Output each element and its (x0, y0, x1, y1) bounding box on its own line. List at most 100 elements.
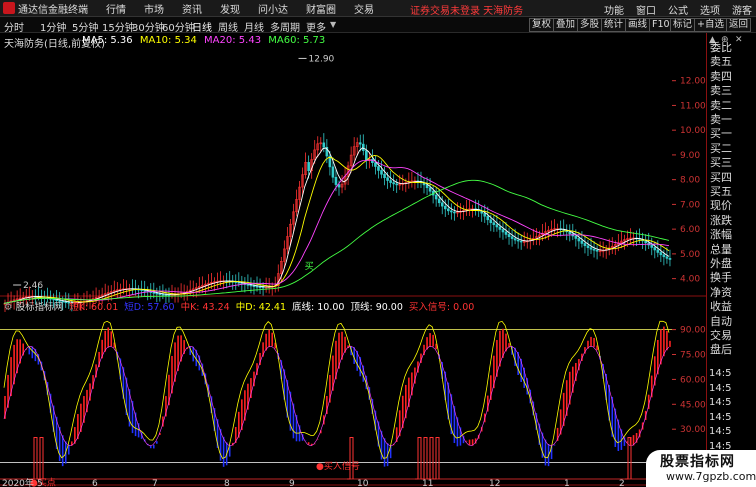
legend-top-line: 顶线: 90.00 (350, 302, 403, 313)
mark-button[interactable]: 标记 (670, 18, 696, 32)
candle-body (486, 215, 490, 221)
period-monthly[interactable]: 月线 (244, 19, 264, 34)
candle-body (365, 150, 368, 161)
candle-body (595, 249, 599, 252)
candle-body (261, 286, 265, 289)
candle-body (152, 292, 156, 294)
candle-body (659, 252, 663, 256)
buy-signal-spike (421, 437, 428, 480)
indicator-bars (4, 326, 671, 467)
date-axis-label: 2 (619, 479, 625, 487)
date-axis-label: 8 (224, 479, 230, 487)
candle-body (495, 224, 499, 228)
candle-body (498, 226, 502, 230)
indicator-name[interactable]: 股标指标网 (16, 302, 64, 313)
right-menu: 功能 窗口 公式 选项 游客 (592, 2, 752, 17)
indicator-axis-label: 75.00 (680, 351, 706, 361)
candle-body (161, 293, 165, 296)
candle-body (492, 222, 496, 225)
close-icon[interactable]: ✕ (735, 35, 743, 45)
period-more[interactable]: 更多 (306, 19, 326, 34)
menu-formula[interactable]: 公式 (668, 2, 688, 17)
candle-body (255, 285, 259, 288)
candle-body (656, 249, 660, 253)
candle-body (450, 210, 453, 213)
legend-buy-signal: 买入信号: 0.00 (408, 302, 475, 313)
ma-legend: MA5: 5.36 MA10: 5.34 MA20: 5.43 MA60: 5.… (82, 35, 325, 46)
menu-trade[interactable]: 交易 (354, 1, 374, 16)
candle-body (334, 176, 338, 185)
menu-market[interactable]: 市场 (144, 1, 164, 16)
indicator-axis-label: 30.00 (680, 425, 706, 435)
chart-svg[interactable]: 12.00 11.00 10.00 9.00 8.00 7.00 6.00 5.00 4.00 1… (0, 33, 706, 487)
candle-body (374, 162, 377, 167)
candle-body (322, 142, 326, 148)
menu-guest[interactable]: 游客 (732, 2, 752, 17)
legend-bottom-line: 底线: 10.00 (292, 302, 345, 313)
period-timeshare[interactable]: 分时 (4, 19, 24, 34)
chart-area[interactable]: 12.00 11.00 10.00 9.00 8.00 7.00 6.00 5.00 4.00 1… (0, 33, 706, 487)
indicator-gear-icon[interactable]: ⚙ (4, 302, 13, 313)
candle-body (337, 184, 341, 188)
ma60-label: MA60: 5.73 (268, 35, 326, 46)
menu-news[interactable]: 资讯 (182, 1, 202, 16)
menu-discover[interactable]: 发现 (220, 1, 240, 16)
stats-button[interactable]: 统计 (601, 18, 627, 32)
candle-body (386, 177, 389, 181)
panel-time: 14:5 (709, 397, 732, 408)
draw-button[interactable]: 画线 (625, 18, 651, 32)
period-multi[interactable]: 多周期 (270, 19, 300, 34)
candle-body (501, 229, 505, 233)
menu-quotes[interactable]: 行情 (106, 1, 126, 16)
back-button[interactable]: 返回 (726, 18, 752, 32)
watermark-logo: 股票指标网 www.7gpzb.com (646, 450, 756, 487)
candle-body (577, 238, 581, 242)
period-60min[interactable]: 60分钟 (162, 19, 195, 34)
login-warning[interactable]: 证券交易未登录 天海防务 (410, 2, 523, 17)
candle-body (516, 239, 520, 242)
candle-body (589, 247, 593, 250)
period-1min[interactable]: 1分钟 (40, 19, 66, 34)
ma10-label: MA10: 5.34 (139, 35, 197, 46)
period-weekly[interactable]: 周线 (218, 19, 238, 34)
period-30min[interactable]: 30分钟 (132, 19, 165, 34)
date-axis-label: 2020年 (2, 477, 34, 487)
candle-body (392, 182, 395, 185)
multi-stock-button[interactable]: 多股 (577, 18, 603, 32)
period-daily[interactable]: 日线 (192, 19, 212, 34)
panel-time: 14:5 (709, 382, 732, 394)
more-dropdown-icon[interactable]: ▼ (330, 20, 336, 29)
candle-body (389, 180, 392, 183)
ma60-line (3, 179, 670, 304)
buy-signal-spike (37, 437, 44, 480)
panel-time: 14:5 (709, 368, 732, 379)
candle-body (361, 143, 365, 151)
menu-window[interactable]: 窗口 (636, 2, 656, 17)
candle-body (662, 254, 666, 258)
menu-ask[interactable]: 问小达 (258, 1, 288, 16)
ma20-label: MA20: 5.43 (204, 35, 262, 46)
candle-body (428, 187, 432, 192)
candle-body (592, 248, 596, 251)
menu-options[interactable]: 选项 (700, 2, 720, 17)
candle-body (489, 219, 493, 223)
period-15min[interactable]: 15分钟 (102, 19, 135, 34)
candle-body (507, 234, 511, 237)
date-axis-label: 5 (37, 479, 43, 487)
menu-function[interactable]: 功能 (604, 2, 624, 17)
buy-signal-spike (31, 437, 38, 480)
add-watchlist-button[interactable]: +自选 (694, 18, 727, 32)
date-axis-label: 10 (357, 479, 369, 487)
adjust-button[interactable]: 复权 (529, 18, 555, 32)
candle-body (258, 286, 262, 288)
price-axis-label: 12.00 (680, 77, 706, 87)
watermark-title: 股票指标网 (660, 454, 735, 470)
overlay-button[interactable]: 叠加 (553, 18, 579, 32)
date-axis-label: 12 (489, 479, 500, 487)
period-5min[interactable]: 5分钟 (72, 19, 98, 34)
legend-mid-k: 中K: 43.24 (180, 302, 230, 313)
price-axis-label: 7.00 (680, 200, 700, 210)
menu-wealth[interactable]: 财富圈 (306, 1, 336, 16)
candle-body (358, 142, 362, 145)
price-axis-label: 9.00 (680, 151, 700, 161)
